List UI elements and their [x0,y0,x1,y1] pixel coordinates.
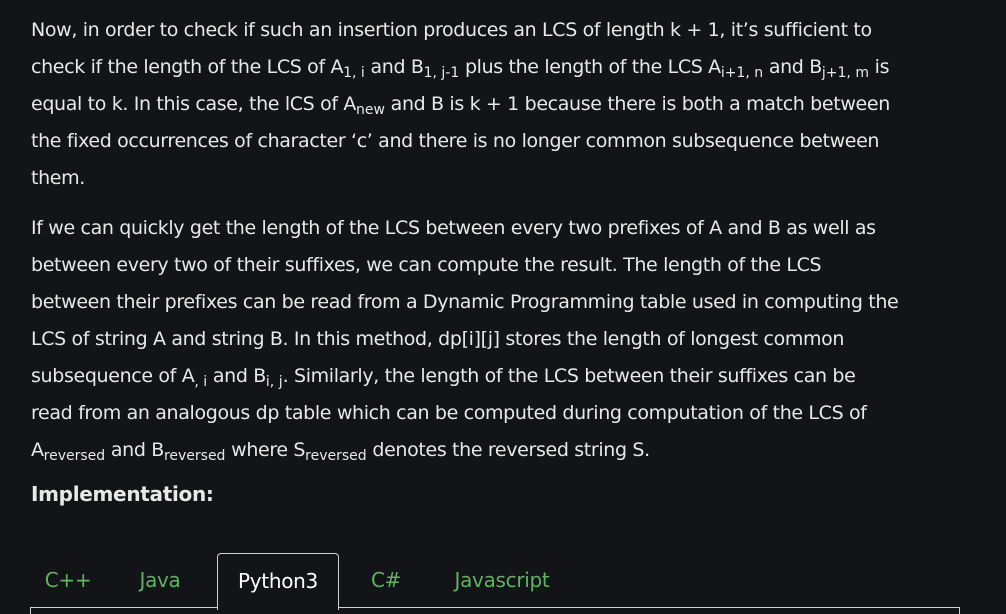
language-tabs: C++ Java Python3 C# Javascript [30,553,960,614]
tab-cpp[interactable]: C++ [33,553,103,608]
paragraph-prefix-suffix-lcs: If we can quickly get the length of the … [31,210,971,469]
text-line: LCS of string A and string B. In this me… [31,328,845,350]
text-line: the fixed occurrences of character ‘c’ a… [31,130,880,152]
text-line: read from an analogous dp table which ca… [31,402,867,424]
text-line: between their prefixes can be read from … [31,291,899,313]
paragraph-lcs-insertion-check: Now, in order to check if such an insert… [31,12,971,197]
text-line: them. [31,167,85,189]
text-line: If we can quickly get the length of the … [31,217,876,239]
text-line: check if the length of the LCS of A1, i … [31,56,890,81]
text-line: subsequence of A, i and Bi, j. Similarly… [31,365,856,390]
tab-java[interactable]: Java [128,553,192,608]
implementation-heading: Implementation: [31,482,214,506]
tab-javascript[interactable]: Javascript [442,553,562,608]
text-line: between every two of their suffixes, we … [31,254,822,276]
tab-python3[interactable]: Python3 [217,553,339,610]
article-body: Now, in order to check if such an insert… [31,12,971,469]
text-line: equal to k. In this case, the lCS of Ane… [31,93,890,118]
text-line: Now, in order to check if such an insert… [31,19,872,41]
code-panel-top [30,607,960,614]
text-line: Areversed and Breversed where Sreversed … [31,439,650,464]
tab-csharp[interactable]: C# [360,553,412,608]
